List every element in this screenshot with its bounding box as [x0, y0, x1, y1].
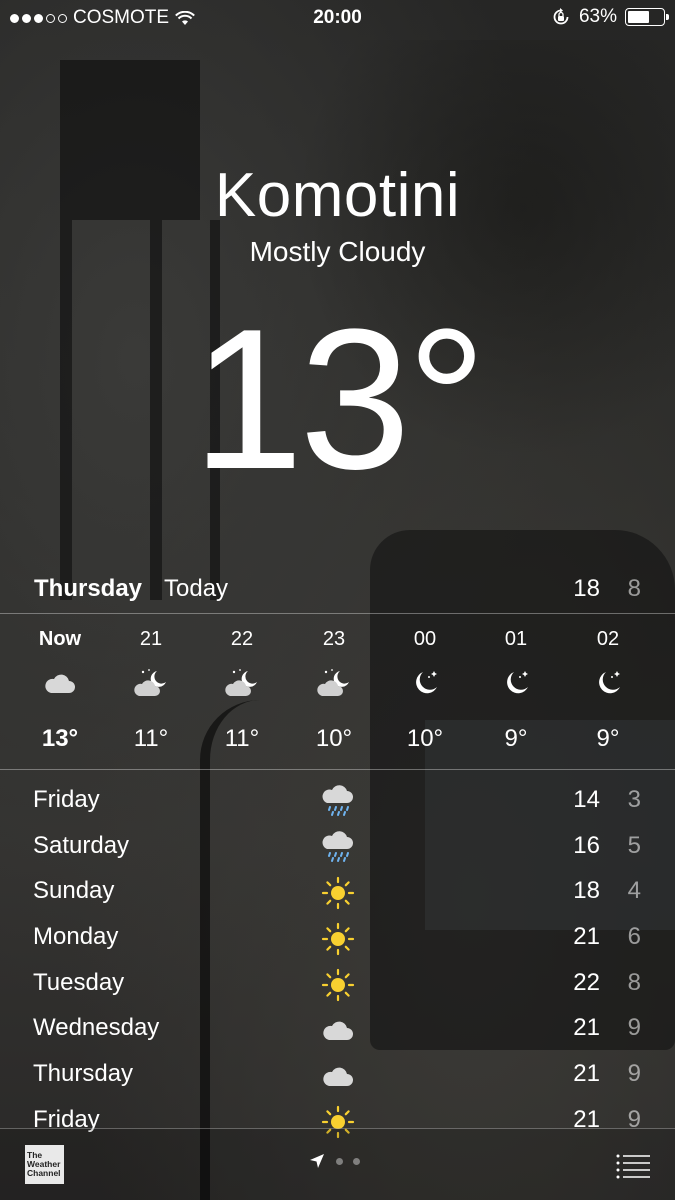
- hour-item: Now 13°: [20, 625, 100, 753]
- hour-item: 00 10°: [385, 625, 465, 753]
- cloud-icon: [318, 1010, 358, 1050]
- daily-row: Saturday 16 5: [0, 826, 675, 872]
- daily-row: Monday 21 6: [0, 917, 675, 963]
- day-low: 9: [627, 1060, 641, 1088]
- cloud-icon: [20, 659, 100, 707]
- hour-item: 22 11°: [202, 625, 282, 753]
- hour-label: 22: [230, 628, 254, 650]
- today-summary: Thursday Today 18 8: [0, 575, 675, 609]
- partly-cloudy-night-icon: [294, 659, 374, 707]
- weather-condition: Mostly Cloudy: [249, 236, 426, 267]
- hour-label: 01: [504, 628, 528, 650]
- day-high: 22: [573, 968, 600, 996]
- status-bar: COSMOTE 20:00 63%: [0, 0, 675, 34]
- rain-icon: [318, 828, 358, 868]
- clear-night-icon: [476, 659, 556, 707]
- cloud-icon: [318, 1056, 358, 1096]
- battery-icon: [625, 8, 669, 26]
- hour-item: 21 11°: [111, 625, 191, 753]
- day-name: Friday: [33, 786, 100, 813]
- hour-item: 02 9°: [568, 625, 648, 753]
- sun-icon: [318, 965, 358, 1005]
- partly-cloudy-night-icon: [111, 659, 191, 707]
- city-list-icon[interactable]: [615, 1152, 651, 1180]
- current-temperature: 13°: [192, 288, 486, 511]
- hour-label: Now: [38, 628, 82, 650]
- day-name: Monday: [33, 923, 119, 951]
- sun-icon: [318, 873, 358, 913]
- battery-percent: 63%: [578, 6, 617, 27]
- day-high: 21: [573, 1060, 600, 1088]
- bottom-toolbar: The Weather Channel: [0, 1128, 675, 1200]
- daily-row: Thursday 21 9: [0, 1054, 675, 1100]
- clear-night-icon: [568, 659, 648, 707]
- day-name: Tuesday: [33, 968, 125, 996]
- hour-label: 00: [413, 628, 437, 650]
- hour-temp: 9°: [596, 725, 620, 752]
- today-label: Today: [164, 575, 229, 602]
- today-high: 18: [573, 575, 600, 602]
- city-name: Komotini: [214, 161, 461, 230]
- hour-item: 01 9°: [476, 625, 556, 753]
- clear-night-icon: [385, 659, 465, 707]
- day-low: 5: [627, 831, 641, 859]
- location-arrow-icon: [310, 1154, 324, 1168]
- hour-temp: 10°: [315, 725, 353, 752]
- daily-row: Sunday 18 4: [0, 871, 675, 917]
- daily-forecast[interactable]: Friday 14 3 Saturday 16 5 Sunday 18 4 Mo…: [0, 780, 675, 1146]
- day-low: 9: [627, 1014, 641, 1042]
- hour-label: 21: [139, 628, 163, 650]
- page-dot: [353, 1157, 360, 1165]
- hour-label: 02: [596, 628, 620, 650]
- weather-channel-logo[interactable]: The Weather Channel: [25, 1145, 64, 1184]
- day-high: 16: [573, 831, 600, 859]
- day-name: Thursday: [33, 1060, 134, 1088]
- daily-row: Tuesday 22 8: [0, 963, 675, 1009]
- daily-row: Friday 14 3: [0, 780, 675, 826]
- day-high: 21: [573, 1014, 600, 1042]
- hourly-forecast[interactable]: Now 13° 21 11° 22 11° 23 10° 00 10° 01 9…: [0, 625, 675, 760]
- day-high: 18: [573, 877, 600, 905]
- day-low: 3: [627, 786, 641, 813]
- day-name: Sunday: [33, 877, 115, 905]
- divider: [0, 769, 675, 770]
- hour-temp: 10°: [406, 725, 444, 752]
- sun-icon: [318, 919, 358, 959]
- day-name: Saturday: [33, 831, 130, 859]
- page-indicator[interactable]: [308, 1152, 360, 1170]
- hour-temp: 9°: [504, 725, 528, 752]
- day-high: 21: [573, 923, 600, 951]
- hour-label: 23: [322, 628, 346, 650]
- day-name: Wednesday: [33, 1014, 160, 1042]
- rotation-lock-icon: [553, 8, 569, 25]
- rain-icon: [318, 782, 358, 822]
- divider: [0, 613, 675, 614]
- today-day: Thursday: [34, 575, 143, 602]
- today-low: 8: [627, 575, 641, 602]
- hour-temp: 13°: [41, 725, 79, 752]
- page-dot: [336, 1157, 343, 1165]
- hour-temp: 11°: [133, 725, 169, 752]
- day-low: 6: [627, 923, 641, 951]
- hour-item: 23 10°: [294, 625, 374, 753]
- hour-temp: 11°: [224, 725, 260, 752]
- partly-cloudy-night-icon: [202, 659, 282, 707]
- daily-row: Wednesday 21 9: [0, 1008, 675, 1054]
- battery-fill: [628, 11, 650, 23]
- day-low: 8: [627, 968, 641, 996]
- day-high: 14: [573, 786, 600, 813]
- day-low: 4: [627, 877, 641, 905]
